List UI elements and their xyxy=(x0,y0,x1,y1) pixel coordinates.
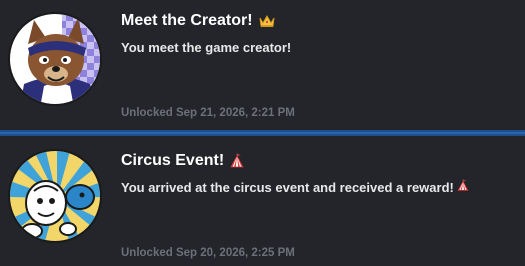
achievement-description: You arrived at the circus event and rece… xyxy=(121,179,469,195)
achievement-description: You meet the game creator! xyxy=(121,40,292,55)
achievement-description-text: You arrived at the circus event and rece… xyxy=(121,180,454,195)
achievement-card-meet-creator: Meet the Creator! You meet the game crea… xyxy=(0,0,525,130)
unlocked-timestamp: Unlocked Sep 20, 2026, 2:25 PM xyxy=(121,247,295,259)
creator-avatar xyxy=(8,12,102,106)
circus-tent-icon xyxy=(230,153,244,169)
achievement-title: Meet the Creator! xyxy=(121,12,275,30)
circus-avatar xyxy=(8,149,102,243)
achievement-card-circus-event: Circus Event! You arrived at the circus … xyxy=(0,136,525,266)
achievement-title: Circus Event! xyxy=(121,152,244,170)
achievement-title-text: Circus Event! xyxy=(121,152,225,169)
unlocked-timestamp: Unlocked Sep 21, 2026, 2:21 PM xyxy=(121,107,295,119)
circus-tent-icon xyxy=(457,179,469,192)
crown-icon xyxy=(259,14,275,28)
achievement-title-text: Meet the Creator! xyxy=(121,12,253,29)
